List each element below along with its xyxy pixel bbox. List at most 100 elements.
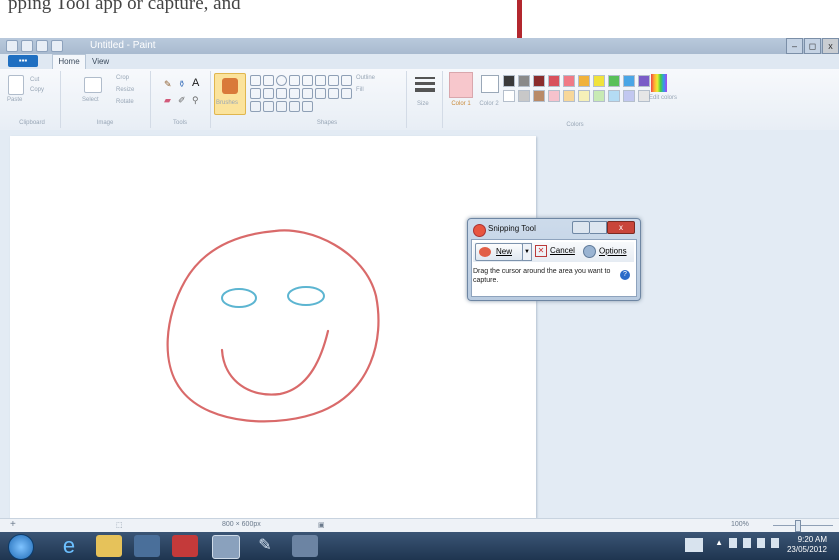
options-button[interactable]: Options xyxy=(583,245,627,258)
cloud-shape-icon[interactable] xyxy=(289,101,300,112)
network-icon[interactable] xyxy=(757,538,765,548)
show-hidden-icons[interactable]: ▲ xyxy=(715,538,723,547)
app-icon[interactable] xyxy=(172,535,198,557)
paint-menu-button[interactable]: ▪▪▪ xyxy=(8,55,38,67)
file-explorer-icon[interactable] xyxy=(96,535,122,557)
left-arrow-shape-icon[interactable] xyxy=(302,88,313,99)
paint-taskbar-icon[interactable] xyxy=(212,535,240,559)
rotate-button[interactable]: Rotate xyxy=(116,99,134,105)
paste-button[interactable]: Paste xyxy=(7,97,22,103)
snip-close-button[interactable]: x xyxy=(607,221,635,234)
color-swatch[interactable] xyxy=(548,75,560,87)
color-swatch[interactable] xyxy=(638,75,650,87)
color-swatch[interactable] xyxy=(503,90,515,102)
resize-button[interactable]: Resize xyxy=(116,87,134,93)
color2-swatch[interactable] xyxy=(481,75,499,93)
snip-minimize-button[interactable] xyxy=(572,221,590,234)
cut-button[interactable]: Cut xyxy=(30,77,39,83)
color-picker-icon[interactable]: ✐ xyxy=(178,95,186,106)
color-swatch[interactable] xyxy=(578,90,590,102)
tab-view[interactable]: View xyxy=(92,56,109,68)
crop-button[interactable]: Crop xyxy=(116,75,129,81)
zoom-slider[interactable] xyxy=(773,525,833,526)
media-player-icon[interactable] xyxy=(134,535,160,557)
paste-icon[interactable] xyxy=(8,75,24,95)
heart-shape-icon[interactable] xyxy=(302,101,313,112)
color-swatch[interactable] xyxy=(548,90,560,102)
right-arrow-shape-icon[interactable] xyxy=(289,88,300,99)
undo-icon[interactable] xyxy=(36,40,48,52)
fill-dropdown[interactable]: Fill xyxy=(356,87,364,93)
paint-app-icon[interactable] xyxy=(6,40,18,52)
edit-colors-icon[interactable] xyxy=(651,74,667,92)
start-button[interactable] xyxy=(8,534,34,560)
redo-icon[interactable] xyxy=(51,40,63,52)
line-shape-icon[interactable] xyxy=(250,75,261,86)
color-swatch[interactable] xyxy=(518,90,530,102)
callout-shape-icon[interactable] xyxy=(276,101,287,112)
copy-button[interactable]: Copy xyxy=(30,87,44,93)
select-button[interactable]: Select xyxy=(82,97,99,103)
color2-label[interactable]: Color 2 xyxy=(478,100,500,108)
pin-icon[interactable]: ✎ xyxy=(252,535,278,557)
color-swatch[interactable] xyxy=(533,75,545,87)
select-icon[interactable] xyxy=(84,77,102,93)
pencil-icon[interactable]: ✎ xyxy=(164,79,172,90)
outline-dropdown[interactable]: Outline xyxy=(356,75,375,81)
color-swatch[interactable] xyxy=(623,90,635,102)
minimize-button[interactable]: – xyxy=(786,38,803,54)
color-swatch[interactable] xyxy=(593,75,605,87)
rectangle-shape-icon[interactable] xyxy=(289,75,300,86)
hexagon-shape-icon[interactable] xyxy=(276,88,287,99)
help-info-icon[interactable]: ? xyxy=(620,270,630,280)
size-button[interactable]: Size xyxy=(417,101,429,107)
color-swatch[interactable] xyxy=(533,90,545,102)
five-point-star-shape-icon[interactable] xyxy=(250,101,261,112)
new-snip-button[interactable]: New xyxy=(475,243,523,261)
volume-icon[interactable] xyxy=(771,538,779,548)
tab-home[interactable]: Home xyxy=(52,54,86,69)
color-swatch[interactable] xyxy=(563,90,575,102)
snip-mode-dropdown[interactable]: ▼ xyxy=(522,243,532,261)
fill-icon[interactable]: ⚱ xyxy=(178,79,186,90)
drawing-canvas[interactable] xyxy=(10,136,536,518)
clock[interactable]: 9:20 AM 23/05/2012 xyxy=(787,535,827,555)
four-point-star-shape-icon[interactable] xyxy=(341,88,352,99)
internet-explorer-icon[interactable]: e xyxy=(56,535,82,557)
color1-label[interactable]: Color 1 xyxy=(449,100,473,108)
close-button[interactable]: x xyxy=(822,38,839,54)
save-icon[interactable] xyxy=(21,40,33,52)
zoom-slider-thumb[interactable] xyxy=(795,520,801,532)
polygon-shape-icon[interactable] xyxy=(315,75,326,86)
snip-maximize-button[interactable] xyxy=(590,221,607,234)
color-swatch[interactable] xyxy=(608,90,620,102)
pentagon-shape-icon[interactable] xyxy=(263,88,274,99)
text-tool-icon[interactable]: A xyxy=(192,77,199,89)
diamond-shape-icon[interactable] xyxy=(250,88,261,99)
color1-swatch[interactable] xyxy=(449,72,473,98)
up-arrow-shape-icon[interactable] xyxy=(315,88,326,99)
edit-colors-button[interactable]: Edit colors xyxy=(649,95,677,102)
magnifier-icon[interactable]: ⚲ xyxy=(192,95,199,106)
rounded-rectangle-shape-icon[interactable] xyxy=(302,75,313,86)
six-point-star-shape-icon[interactable] xyxy=(263,101,274,112)
color-swatch[interactable] xyxy=(608,75,620,87)
right-triangle-shape-icon[interactable] xyxy=(341,75,352,86)
oval-shape-icon[interactable] xyxy=(276,75,287,86)
battery-icon[interactable] xyxy=(743,538,751,548)
down-arrow-shape-icon[interactable] xyxy=(328,88,339,99)
cancel-snip-button[interactable]: ✕ Cancel xyxy=(535,245,575,257)
curve-shape-icon[interactable] xyxy=(263,75,274,86)
color-swatch[interactable] xyxy=(578,75,590,87)
flag-icon[interactable] xyxy=(729,538,737,548)
brushes-button[interactable]: Brushes xyxy=(214,73,246,115)
eraser-icon[interactable]: ▰ xyxy=(164,95,171,106)
color-swatch[interactable] xyxy=(503,75,515,87)
action-center-icon[interactable] xyxy=(685,538,703,552)
color-swatch[interactable] xyxy=(593,90,605,102)
color-swatch[interactable] xyxy=(623,75,635,87)
triangle-shape-icon[interactable] xyxy=(328,75,339,86)
snipping-tool-taskbar-icon[interactable] xyxy=(292,535,318,557)
color-swatch[interactable] xyxy=(563,75,575,87)
maximize-button[interactable]: ◻ xyxy=(804,38,821,54)
